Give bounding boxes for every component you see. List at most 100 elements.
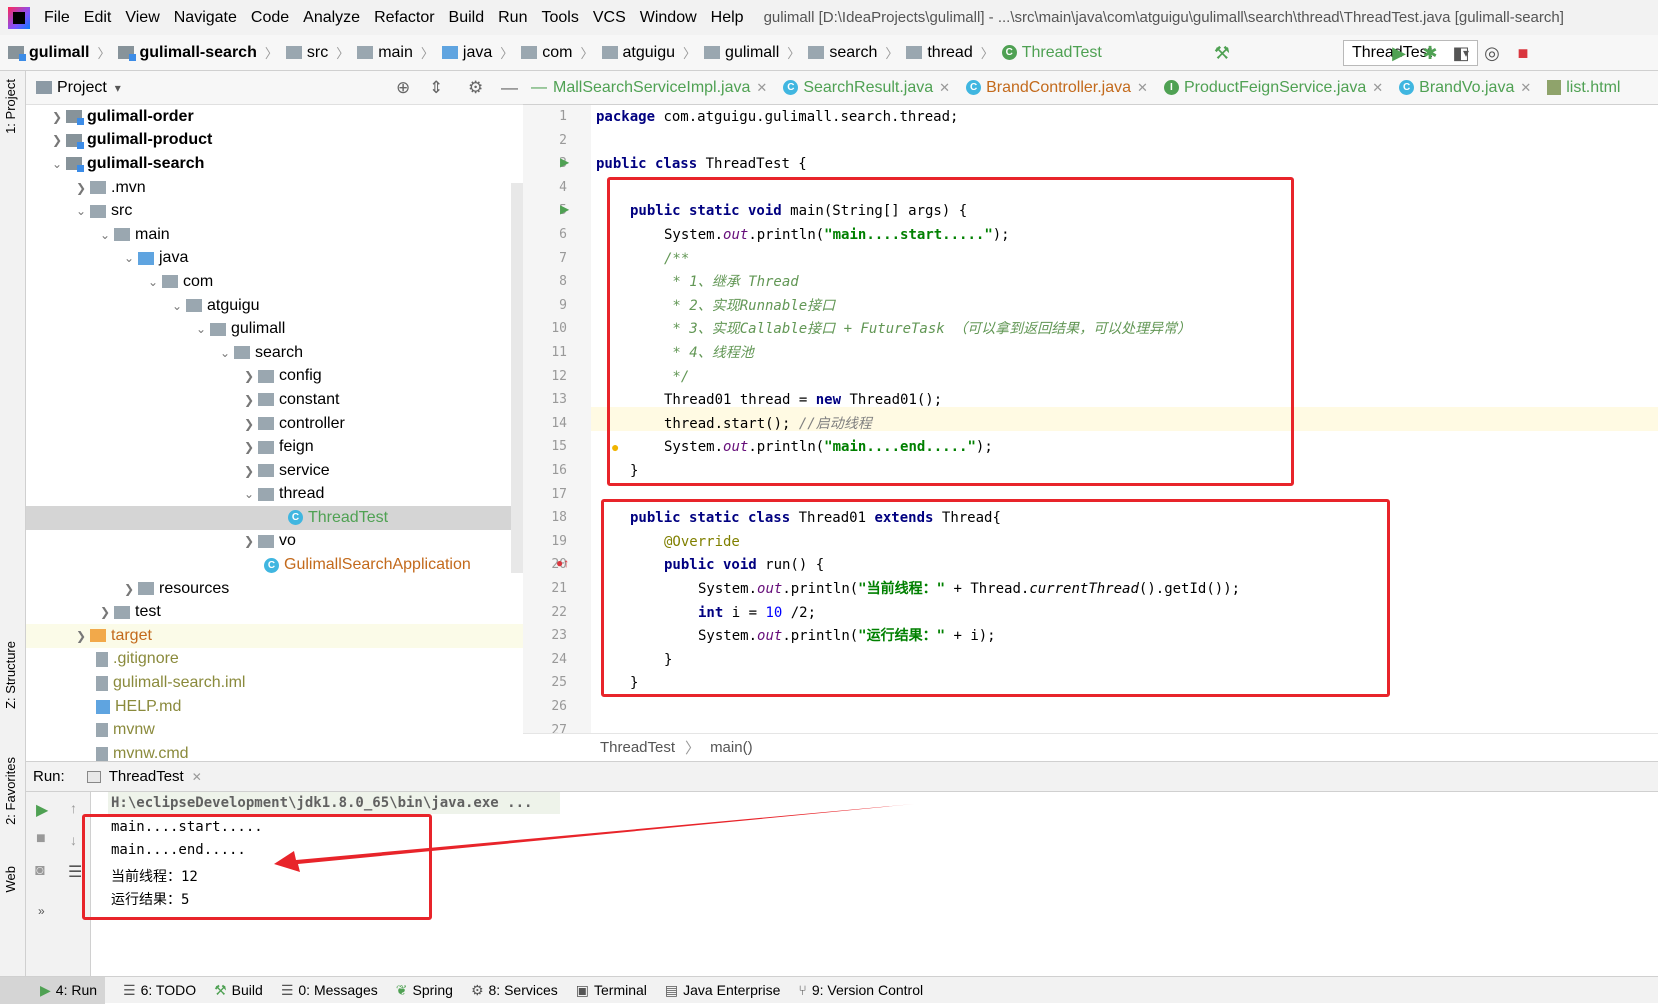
tab-product-feign-service[interactable]: I ProductFeignService.java ✕ [1156,79,1391,97]
tree-item-mvnw[interactable]: mvnw [26,718,523,742]
project-view-select[interactable]: Project [57,79,107,97]
close-icon[interactable]: ✕ [756,80,767,96]
tree-item-com[interactable]: ⌄ com [26,270,523,294]
camera-icon[interactable]: ◙ [35,862,45,880]
gear-icon[interactable]: ⚙ [468,78,483,98]
tree-scrollbar[interactable] [511,183,523,573]
tab-project[interactable]: 1: Project [3,79,18,134]
tool-todo[interactable]: ☰ 6: TODO [123,982,196,999]
menu-help[interactable]: Help [711,9,744,27]
tab-favorites[interactable]: 2: Favorites [3,757,18,825]
tab-list-html[interactable]: list.html [1539,79,1628,97]
menu-analyze[interactable]: Analyze [303,9,360,27]
down-arrow-icon[interactable]: ↓ [70,832,77,848]
menu-tools[interactable]: Tools [541,9,578,27]
tree-item-config[interactable]: ❯ config [26,365,523,389]
menu-file[interactable]: File [44,9,70,27]
tool-build[interactable]: ⚒ Build [214,982,263,999]
up-arrow-icon[interactable]: ↑ [70,800,77,816]
profile-icon[interactable]: ◎ [1482,43,1502,63]
tree-item-search[interactable]: ⌄ search [26,341,523,365]
breadcrumb-thread[interactable]: thread 〉 [906,43,994,62]
debug-icon[interactable]: ✱ [1420,43,1440,63]
run-gutter-icon[interactable]: ▶ [560,155,569,169]
breadcrumb-com[interactable]: com 〉 [521,43,594,62]
tree-item-src[interactable]: ⌄ src [26,199,523,223]
tree-item-mvnw-cmd[interactable]: mvnw.cmd [26,742,523,761]
tool-spring[interactable]: ❦ Spring [396,982,453,999]
tree-item-help-md[interactable]: HELP.md [26,695,523,719]
tree-item-test[interactable]: ❯ test [26,600,523,624]
menu-vcs[interactable]: VCS [593,9,626,27]
tree-item-gulimall-product[interactable]: ❯ gulimall-product [26,129,523,153]
more-icon[interactable]: » [38,904,45,918]
close-icon[interactable]: ✕ [1372,80,1383,96]
run-icon[interactable]: ▶ [1389,43,1409,63]
tab-brand-controller[interactable]: C BrandController.java ✕ [958,79,1156,97]
breadcrumb-src[interactable]: src 〉 [285,43,349,62]
close-icon[interactable]: ✕ [1520,80,1531,96]
tab-search-result[interactable]: C SearchResult.java ✕ [775,79,958,97]
tool-services[interactable]: ⚙ 8: Services [471,982,558,999]
tab-web[interactable]: Web [3,866,18,893]
close-icon[interactable]: ✕ [1137,80,1148,96]
menu-navigate[interactable]: Navigate [174,9,237,27]
menu-code[interactable]: Code [251,9,289,27]
breadcrumb-java[interactable]: java 〉 [441,43,513,62]
rerun-icon[interactable]: ▶ [36,800,48,820]
hide-panel-icon[interactable]: — [501,78,518,98]
run-gutter-icon[interactable]: ▶ [560,202,569,216]
menu-window[interactable]: Window [640,9,697,27]
menu-run[interactable]: Run [498,9,527,27]
menu-view[interactable]: View [125,9,159,27]
editor-breadcrumb-class[interactable]: ThreadTest [600,739,675,756]
breadcrumb-main[interactable]: main 〉 [357,43,434,62]
tree-item-resources[interactable]: ❯ resources [26,577,523,601]
tree-item-gitignore[interactable]: .gitignore [26,648,523,672]
stop-icon[interactable]: ■ [36,830,46,848]
tree-item-gulimall-search-application[interactable]: C GulimallSearchApplication [26,553,523,577]
chevron-down-icon[interactable]: ▾ [115,81,121,95]
tool-terminal[interactable]: ▣ Terminal [576,982,647,999]
breadcrumb-atguigu[interactable]: atguigu 〉 [601,43,696,62]
build-hammer-icon[interactable]: ⚒ [1212,43,1232,63]
tree-item-iml[interactable]: gulimall-search.iml [26,671,523,695]
tree-item-main[interactable]: ⌄ main [26,223,523,247]
breadcrumb-gulimall-pkg[interactable]: gulimall 〉 [704,43,800,62]
stop-icon[interactable]: ■ [1513,43,1533,63]
collapse-all-icon[interactable]: ⇕ [429,78,443,98]
tree-item-gulimall[interactable]: ⌄ gulimall [26,317,523,341]
coverage-icon[interactable]: ◧ [1451,43,1471,63]
editor-breadcrumb-method[interactable]: main() [710,739,753,756]
close-icon[interactable]: ✕ [192,770,202,784]
breadcrumb-threadtest[interactable]: C ThreadTest [1001,44,1102,62]
tool-version-control[interactable]: ⑂ 9: Version Control [798,982,923,998]
tool-run[interactable]: ▶ 4: Run [0,976,106,1004]
menu-edit[interactable]: Edit [84,9,112,27]
locate-icon[interactable]: ⊕ [396,78,410,98]
tab-brand-vo[interactable]: C BrandVo.java ✕ [1391,79,1539,97]
breadcrumb-gulimall-search[interactable]: gulimall-search 〉 [118,43,278,62]
tree-item-java[interactable]: ⌄ java [26,247,523,271]
tree-item-gulimall-search[interactable]: ⌄ gulimall-search [26,152,523,176]
override-gutter-icon[interactable]: ●↑ [556,556,569,570]
tab-structure[interactable]: Z: Structure [3,641,18,709]
tool-java-enterprise[interactable]: ▤ Java Enterprise [665,982,781,999]
tree-item-atguigu[interactable]: ⌄ atguigu [26,294,523,318]
tree-item-feign[interactable]: ❯ feign [26,435,523,459]
tree-item-mvn[interactable]: ❯ .mvn [26,176,523,200]
tree-item-service[interactable]: ❯ service [26,459,523,483]
close-icon[interactable]: ✕ [939,80,950,96]
tree-item-thread[interactable]: ⌄ thread [26,483,523,507]
tab-mall-search-service-impl[interactable]: — MallSearchServiceImpl.java ✕ [523,79,775,97]
tool-messages[interactable]: ☰ 0: Messages [281,982,378,999]
menu-refactor[interactable]: Refactor [374,9,434,27]
soft-wrap-icon[interactable]: ☰ [68,862,82,882]
menu-build[interactable]: Build [449,9,485,27]
tree-item-vo[interactable]: ❯ vo [26,530,523,554]
tree-item-target[interactable]: ❯ target [26,624,523,648]
tree-item-controller[interactable]: ❯ controller [26,412,523,436]
breadcrumb-gulimall[interactable]: gulimall 〉 [8,43,110,62]
tree-item-gulimall-order[interactable]: ❯ gulimall-order [26,105,523,129]
tree-item-constant[interactable]: ❯ constant [26,388,523,412]
